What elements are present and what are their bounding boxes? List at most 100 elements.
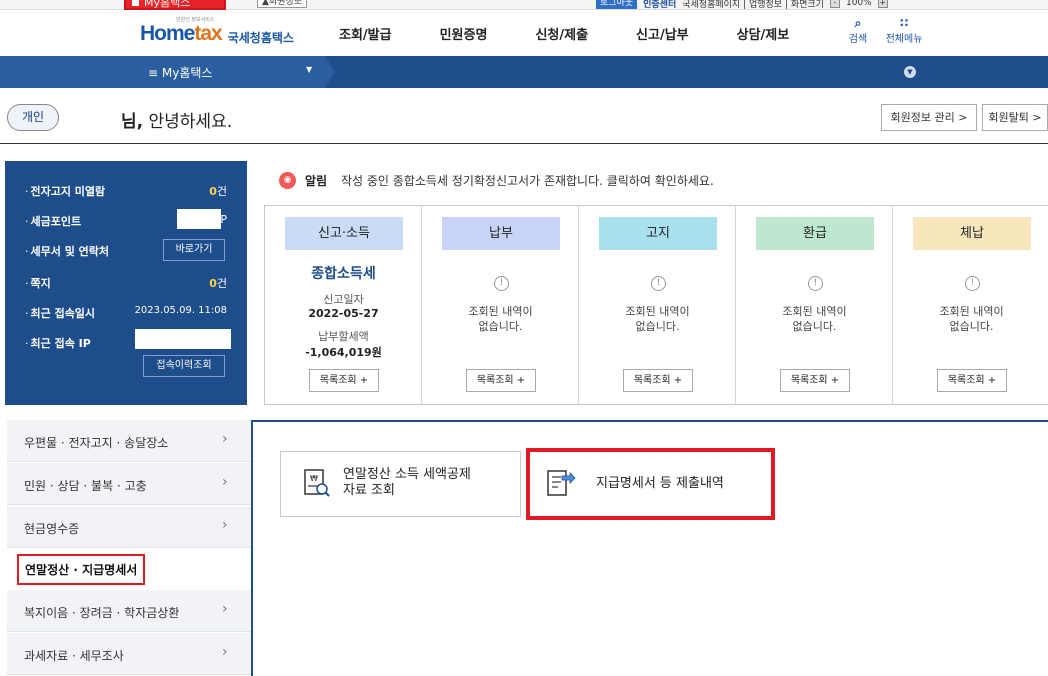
sidemenu-item-yearend[interactable]: 연말정산 · 지급명세서 bbox=[7, 548, 251, 590]
tax-office-shortcut-button[interactable]: 바로가기 bbox=[163, 239, 225, 261]
greeting-hello: 안녕하세요. bbox=[143, 112, 233, 132]
summary-row-last-ip: 최근 접속 IP bbox=[5, 329, 247, 351]
summary-row-message: 쪽지 0건 bbox=[5, 271, 247, 291]
message-count[interactable]: 0건 bbox=[209, 275, 227, 291]
sidemenu-label: 우편물 · 전자고지 · 송달장소 bbox=[24, 436, 169, 450]
empty-line-2: 없습니다. bbox=[792, 320, 837, 333]
status-head-refund: 환급 bbox=[756, 217, 874, 250]
sidemenu-item-mail[interactable]: 우편물 · 전자고지 · 송달장소 › bbox=[7, 420, 251, 462]
menu-civil-certificate[interactable]: 민원증명 bbox=[440, 24, 488, 43]
filing-date: 2022-05-27 bbox=[308, 307, 379, 320]
member-info-button[interactable]: 회원정보 관리 > bbox=[881, 104, 977, 131]
hometax-logo[interactable]: 민원인 정보서비스 Hometax 국세청홈택스 bbox=[140, 17, 294, 49]
chevron-right-icon: › bbox=[222, 474, 228, 490]
sidemenu-item-tax-data[interactable]: 과세자료 · 세무조사 › bbox=[7, 633, 251, 675]
content-border-top bbox=[251, 420, 1048, 422]
list-view-button-refund[interactable]: 목록조회 + bbox=[780, 369, 850, 392]
page-root: My홈택스 ▲회원정보 로그아웃 인증센터 국세청홈페이지 | 업행정보 | 화… bbox=[0, 0, 1048, 676]
search-icon: ⌕ bbox=[854, 16, 862, 30]
status-col-arrears: 체납 ! 조회된 내역이 없습니다. 목록조회 + bbox=[893, 206, 1048, 404]
notice-banner[interactable]: ◉ 알림 작성 중인 종합소득세 정기확정신고서가 존재합니다. 클릭하여 확인… bbox=[265, 167, 1048, 197]
chevron-right-icon: › bbox=[222, 517, 228, 533]
menu-report-pay[interactable]: 신고/납부 bbox=[636, 24, 689, 43]
user-summary-panel: 전자고지 미열람 0건 세금포인트 P 세무서 및 연락처 바로가기 쪽지 0건… bbox=[5, 161, 247, 405]
status-head-payment: 납부 bbox=[442, 217, 560, 250]
summary-label: 세금포인트 bbox=[25, 213, 82, 229]
chevron-right-icon: › bbox=[222, 431, 228, 447]
tax-point-unit: P bbox=[220, 213, 227, 226]
empty-line-1: 조회된 내역이 bbox=[939, 305, 1004, 318]
my-hometax-bar: ≡ My홈택스 ▼ ▼ bbox=[0, 56, 1048, 88]
cert-center-link[interactable]: 인증센터 bbox=[643, 0, 676, 10]
summary-label: 전자고지 미열람 bbox=[25, 183, 106, 199]
search-label: 검색 bbox=[848, 34, 868, 45]
summary-label: 세무서 및 연락처 bbox=[25, 243, 110, 259]
count-unit: 건 bbox=[216, 185, 227, 198]
summary-row-tax-office: 세무서 및 연락처 바로가기 bbox=[5, 239, 247, 261]
main-nav: 민원인 정보서비스 Hometax 국세청홈택스 조회/발급 민원증명 신청/제… bbox=[0, 11, 1048, 56]
content-border-left bbox=[251, 420, 253, 676]
menu-inquiry-issue[interactable]: 조회/발급 bbox=[339, 24, 392, 43]
empty-line-2: 없습니다. bbox=[635, 320, 680, 333]
my-hometax-menu-title: ≡ My홈택스 bbox=[148, 66, 213, 80]
left-side-menu: 우편물 · 전자고지 · 송달장소 › 민원 · 상담 · 불복 · 고충 › … bbox=[7, 420, 251, 676]
expand-circle-icon[interactable]: ▼ bbox=[904, 66, 916, 78]
utility-link-group[interactable]: 국세청홈페이지 | 업행정보 | 화면크기 bbox=[682, 0, 824, 10]
info-icon: ! bbox=[651, 276, 666, 291]
empty-line-2: 없습니다. bbox=[478, 320, 523, 333]
search-button[interactable]: ⌕ 검색 bbox=[845, 16, 871, 46]
withdraw-button[interactable]: 회원탈퇴 > bbox=[982, 104, 1048, 131]
status-col-payment: 납부 ! 조회된 내역이 없습니다. 목록조회 + bbox=[422, 206, 579, 404]
yearend-card-line2: 자료 조회 bbox=[343, 483, 395, 498]
logo-word-home: Home bbox=[140, 22, 195, 45]
logo-word-tax: tax bbox=[194, 22, 222, 45]
list-view-button-arrears[interactable]: 목록조회 + bbox=[937, 369, 1007, 392]
sidemenu-item-cash-receipt[interactable]: 현금영수증 › bbox=[7, 506, 251, 548]
utility-bar: My홈택스 ▲회원정보 로그아웃 인증센터 국세청홈페이지 | 업행정보 | 화… bbox=[0, 0, 1048, 10]
count-value: 0 bbox=[209, 277, 217, 290]
member-info-toggle[interactable]: ▲회원정보 bbox=[257, 0, 308, 8]
sidemenu-item-welfare[interactable]: 복지이음 · 장려금 · 학자금상환 › bbox=[7, 590, 251, 632]
user-type-tag: 개인 bbox=[7, 104, 59, 131]
ip-masked bbox=[135, 329, 231, 349]
logo-tagline: 민원인 정보서비스 bbox=[176, 17, 215, 23]
logo-subtitle: 국세청홈택스 bbox=[227, 30, 294, 45]
filing-date-label: 신고일자 bbox=[323, 293, 364, 306]
info-icon: ! bbox=[808, 276, 823, 291]
summary-label: 쪽지 bbox=[25, 275, 51, 291]
zoom-level: 100% bbox=[845, 0, 872, 8]
notice-label: 알림 bbox=[305, 174, 328, 188]
tax-due-amount: -1,064,019원 bbox=[305, 346, 382, 359]
my-hometax-tab-label: My홈택스 bbox=[144, 0, 191, 9]
my-hometax-tab[interactable]: My홈택스 bbox=[124, 0, 226, 10]
list-view-button-payment[interactable]: 목록조회 + bbox=[466, 369, 536, 392]
empty-line-2: 없습니다. bbox=[949, 320, 994, 333]
sidemenu-label: 연말정산 · 지급명세서 bbox=[17, 554, 146, 585]
document-send-icon bbox=[547, 470, 576, 496]
megaphone-icon: ◉ bbox=[279, 172, 296, 189]
status-head-notice: 고지 bbox=[599, 217, 717, 250]
zoom-out-button[interactable]: - bbox=[829, 0, 840, 8]
list-view-button-notice[interactable]: 목록조회 + bbox=[623, 369, 693, 392]
zoom-in-button[interactable]: + bbox=[877, 0, 888, 8]
menu-apply-submit[interactable]: 신청/제출 bbox=[535, 24, 588, 43]
empty-message: 조회된 내역이 없습니다. bbox=[579, 304, 736, 334]
grid-icon: ∷ bbox=[899, 16, 909, 30]
status-head-income: 신고·소득 bbox=[285, 217, 403, 250]
sidemenu-label: 과세자료 · 세무조사 bbox=[24, 649, 124, 663]
yearend-deduction-card[interactable]: ₩ 연말정산 소득 세액공제 자료 조회 bbox=[280, 451, 521, 517]
unread-notice-count[interactable]: 0건 bbox=[209, 183, 227, 199]
receipt-search-icon: ₩ bbox=[304, 469, 330, 497]
menu-consult-report[interactable]: 상담/제보 bbox=[737, 24, 790, 43]
access-history-button[interactable]: 접속이력조회 bbox=[143, 355, 225, 377]
payment-statement-card[interactable]: 지급명세서 등 제출내역 bbox=[526, 448, 775, 520]
income-tax-title[interactable]: 종합소득세 bbox=[265, 263, 422, 283]
summary-label: 최근 접속일시 bbox=[25, 305, 96, 321]
sidemenu-item-civil[interactable]: 민원 · 상담 · 불복 · 고충 › bbox=[7, 463, 251, 505]
sidemenu-label: 복지이음 · 장려금 · 학자금상환 bbox=[24, 606, 180, 620]
empty-line-1: 조회된 내역이 bbox=[782, 305, 847, 318]
list-view-button-income[interactable]: 목록조회 + bbox=[309, 369, 379, 392]
all-menu-button[interactable]: ∷ 전체메뉴 bbox=[880, 16, 928, 46]
logout-button[interactable]: 로그아웃 bbox=[596, 0, 638, 9]
status-col-income: 신고·소득 종합소득세 신고일자 2022-05-27 납부할세액 -1,064… bbox=[265, 206, 422, 404]
